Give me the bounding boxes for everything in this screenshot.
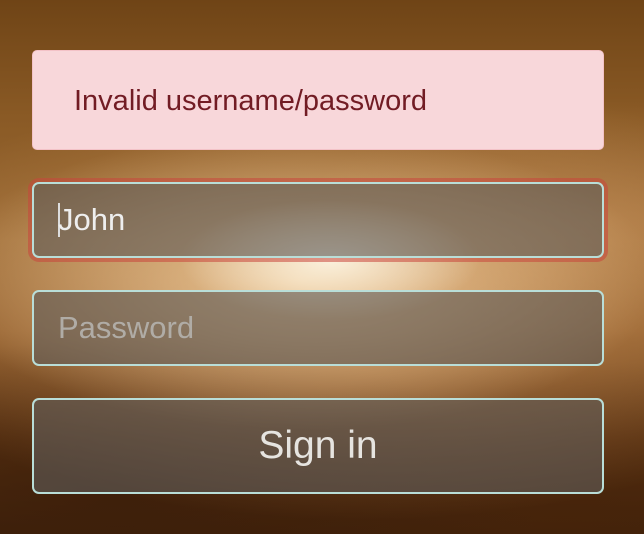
sign-in-button-label: Sign in [258, 424, 378, 467]
error-alert: Invalid username/password [32, 50, 604, 150]
username-value: John [58, 202, 126, 237]
username-field[interactable]: John [32, 182, 604, 258]
password-placeholder: Password [58, 310, 195, 345]
sign-in-button[interactable]: Sign in [32, 398, 604, 494]
error-alert-message: Invalid username/password [74, 85, 428, 117]
password-field[interactable]: Password [32, 290, 604, 366]
